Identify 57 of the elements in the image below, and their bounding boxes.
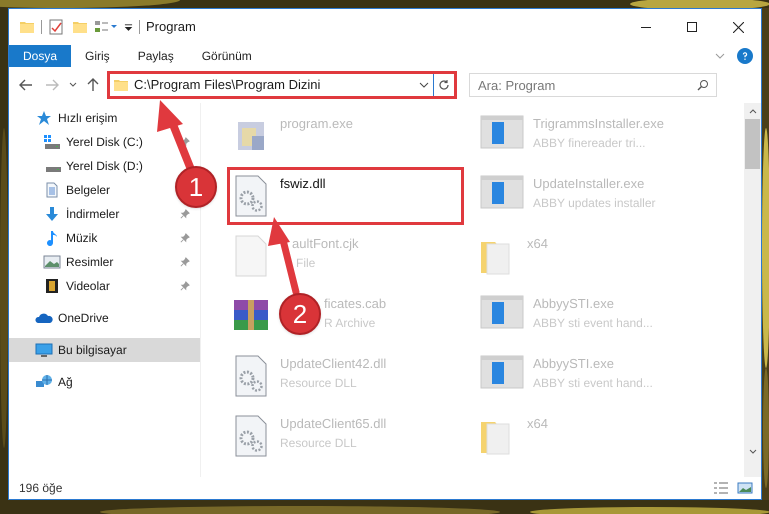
close-icon — [732, 22, 744, 32]
scroll-down-icon[interactable] — [748, 449, 756, 455]
drive-icon — [46, 167, 61, 172]
ribbon-tab[interactable]: Giriş — [71, 45, 124, 67]
pin-icon — [180, 209, 190, 219]
sidebar-item[interactable]: Yerel Disk (C:) — [43, 133, 143, 151]
drive-icon — [43, 134, 61, 150]
refresh-icon[interactable] — [438, 79, 450, 91]
properties-check-icon[interactable] — [48, 19, 64, 35]
ribbon-tab[interactable]: Görünüm — [188, 45, 266, 67]
ribbon-tab[interactable]: Paylaş — [124, 45, 188, 67]
view-list-icon[interactable] — [94, 19, 118, 35]
pin-icon — [180, 281, 190, 291]
scrollbar[interactable] — [744, 103, 761, 477]
address-path: C:\Program Files\Program Dizini — [134, 76, 320, 94]
scroll-thumb[interactable] — [745, 119, 760, 169]
folder-icon — [113, 77, 129, 93]
sidebar-item[interactable]: İndirmeler — [43, 205, 120, 223]
sidebar-item[interactable]: Ağ — [35, 373, 73, 391]
search-icon — [697, 79, 709, 91]
sidebar-item[interactable]: Bu bilgisayar — [35, 341, 127, 359]
download-arrow-icon — [43, 206, 61, 222]
details-view-icon[interactable] — [713, 481, 729, 495]
application-window-icon — [479, 354, 525, 390]
dropdown-caret-icon[interactable] — [124, 22, 133, 32]
up-arrow-icon[interactable] — [87, 78, 99, 92]
picture-frame-icon — [43, 254, 61, 270]
sidebar-item[interactable]: Hızlı erişim — [35, 109, 118, 127]
sidebar-item[interactable]: OneDrive — [35, 309, 109, 327]
sidebar-item[interactable]: Videolar — [43, 277, 110, 295]
search-field[interactable]: Ara: Program — [469, 73, 717, 97]
pin-icon — [180, 257, 190, 267]
chevron-down-icon[interactable] — [419, 82, 429, 88]
address-bar[interactable]: C:\Program Files\Program Dizini — [107, 71, 457, 99]
application-window-icon — [479, 174, 525, 210]
star-icon — [35, 110, 53, 126]
window-title: Program — [146, 18, 196, 36]
back-arrow-icon[interactable] — [19, 79, 33, 91]
new-folder-icon — [72, 19, 88, 35]
recent-chevron-icon[interactable] — [69, 82, 77, 88]
folder-icon — [19, 19, 35, 35]
file-name[interactable]: fswiz.dll — [280, 174, 326, 194]
ribbon-tab[interactable]: Dosya — [9, 45, 72, 67]
sidebar-item[interactable]: Müzik — [43, 229, 98, 247]
application-window-icon — [479, 294, 525, 330]
sidebar-item[interactable]: Belgeler — [43, 181, 110, 199]
thumbnail-view-icon[interactable] — [737, 481, 753, 495]
sidebar-item[interactable]: Resimler — [43, 253, 114, 271]
pin-icon — [180, 233, 190, 243]
application-window-icon — [479, 114, 525, 150]
monitor-icon — [35, 342, 53, 358]
network-globe-icon — [35, 374, 53, 390]
item-count: 196 öğe — [19, 480, 62, 497]
help-icon[interactable] — [737, 48, 753, 64]
sidebar-item[interactable]: Yerel Disk (D:) — [43, 157, 143, 175]
film-icon — [43, 278, 61, 294]
scroll-up-icon[interactable] — [748, 108, 756, 114]
